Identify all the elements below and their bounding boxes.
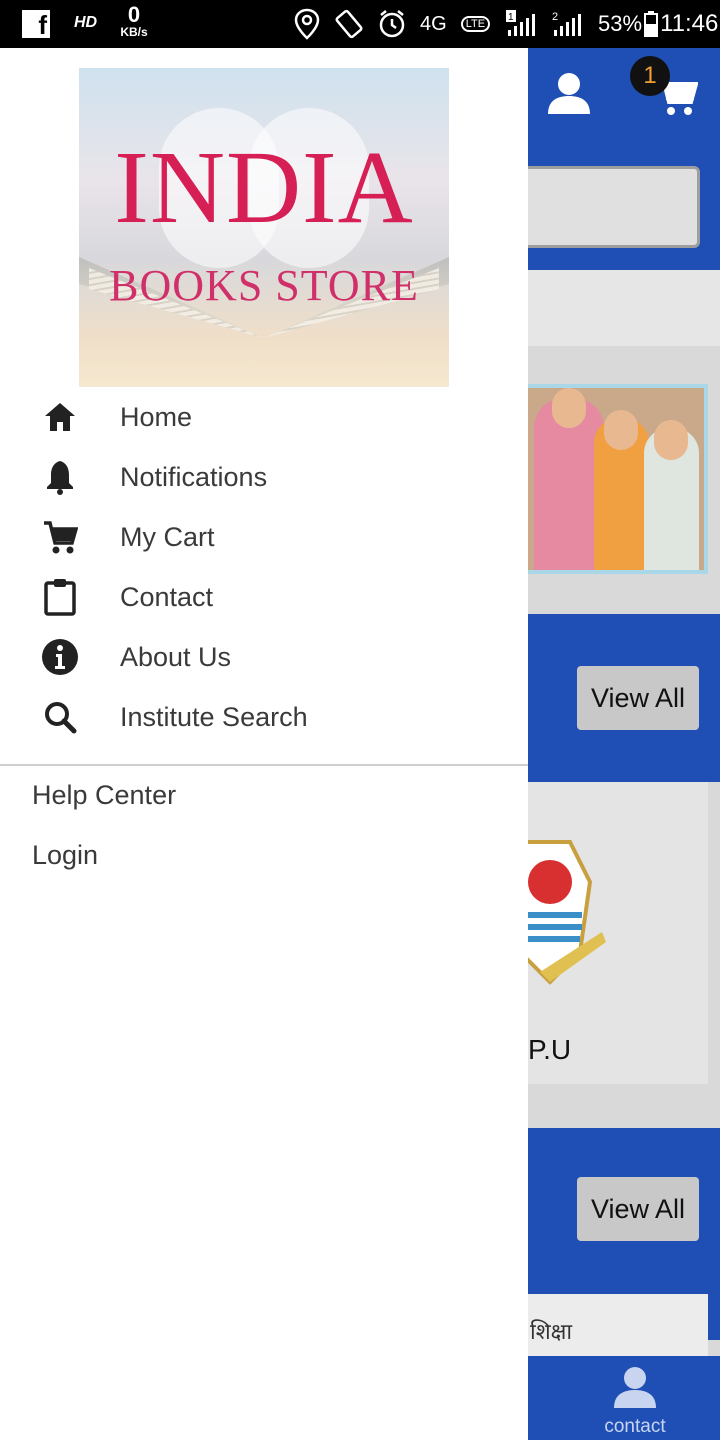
alarm-icon bbox=[379, 10, 405, 38]
store-logo: INDIA BOOKS STORE bbox=[79, 68, 449, 387]
institute-card-label: P.U bbox=[528, 1034, 572, 1065]
banner-image[interactable] bbox=[500, 384, 708, 574]
search-icon bbox=[38, 697, 82, 737]
cart-count-badge: 1 bbox=[630, 56, 670, 96]
speed-value: 0 bbox=[127, 2, 141, 27]
signal-icon-2: 2 bbox=[552, 11, 582, 36]
menu-item-label: My Cart bbox=[120, 522, 215, 552]
bell-icon bbox=[38, 457, 82, 497]
logo-subtitle: BOOKS STORE bbox=[109, 261, 419, 310]
menu-item-my-cart[interactable]: My Cart bbox=[0, 507, 528, 567]
info-icon bbox=[38, 637, 82, 677]
signal-icon: 1 bbox=[506, 10, 536, 36]
volte-badge: LTE bbox=[460, 15, 491, 33]
network-type: 4G bbox=[420, 12, 447, 35]
logo-title: INDIA bbox=[114, 130, 414, 245]
menu-item-help-center[interactable]: Help Center bbox=[32, 765, 176, 825]
status-bar: f HD 0 KB/s 4G LTE 1 2 53% 11:46 bbox=[0, 0, 720, 48]
hd-indicator: HD bbox=[74, 14, 98, 31]
sim1-label: 1 bbox=[508, 12, 514, 23]
status-icons: 4G LTE 1 2 53% 11:46 bbox=[294, 8, 718, 40]
menu-item-notifications[interactable]: Notifications bbox=[0, 447, 528, 507]
menu-item-home[interactable]: Home bbox=[0, 387, 528, 447]
institute-card[interactable]: P.U bbox=[500, 782, 708, 1084]
clock: 11:46 bbox=[660, 10, 719, 37]
view-all-button[interactable]: View All bbox=[577, 666, 699, 730]
bottom-nav-contact-label[interactable]: contact bbox=[590, 1416, 680, 1438]
menu-item-label: Institute Search bbox=[120, 702, 308, 732]
menu-item-label: Notifications bbox=[120, 462, 268, 492]
menu-item-label: About Us bbox=[120, 642, 232, 672]
rotate-icon bbox=[335, 9, 363, 39]
menu-item-login[interactable]: Login bbox=[32, 825, 98, 885]
menu-item-institute-search[interactable]: Institute Search bbox=[0, 687, 528, 747]
sim2-label: 2 bbox=[552, 11, 558, 23]
menu-item-about-us[interactable]: About Us bbox=[0, 627, 528, 687]
home-icon bbox=[38, 397, 82, 437]
battery-icon bbox=[644, 11, 659, 37]
navigation-drawer: INDIA BOOKS STORE Home Notifications My … bbox=[0, 48, 528, 1440]
speed-unit: KB/s bbox=[120, 25, 148, 39]
battery-percent: 53% bbox=[598, 11, 643, 36]
location-icon bbox=[294, 8, 320, 40]
menu-item-contact[interactable]: Contact bbox=[0, 567, 528, 627]
clipboard-icon bbox=[38, 577, 82, 617]
search-input[interactable] bbox=[500, 166, 700, 248]
menu-item-label: Home bbox=[120, 402, 193, 432]
contact-person-icon[interactable] bbox=[612, 1364, 658, 1415]
menu-item-label: Contact bbox=[120, 582, 214, 612]
view-all-button-2[interactable]: View All bbox=[577, 1177, 699, 1241]
facebook-app-icon: f bbox=[22, 10, 50, 40]
network-speed: 0 KB/s bbox=[114, 2, 154, 39]
institute-card-2-text: शिक्षा bbox=[530, 1319, 573, 1344]
cart-icon bbox=[38, 517, 82, 557]
institute-card-2[interactable]: शिक्षा bbox=[500, 1294, 708, 1358]
user-icon[interactable] bbox=[546, 70, 592, 121]
